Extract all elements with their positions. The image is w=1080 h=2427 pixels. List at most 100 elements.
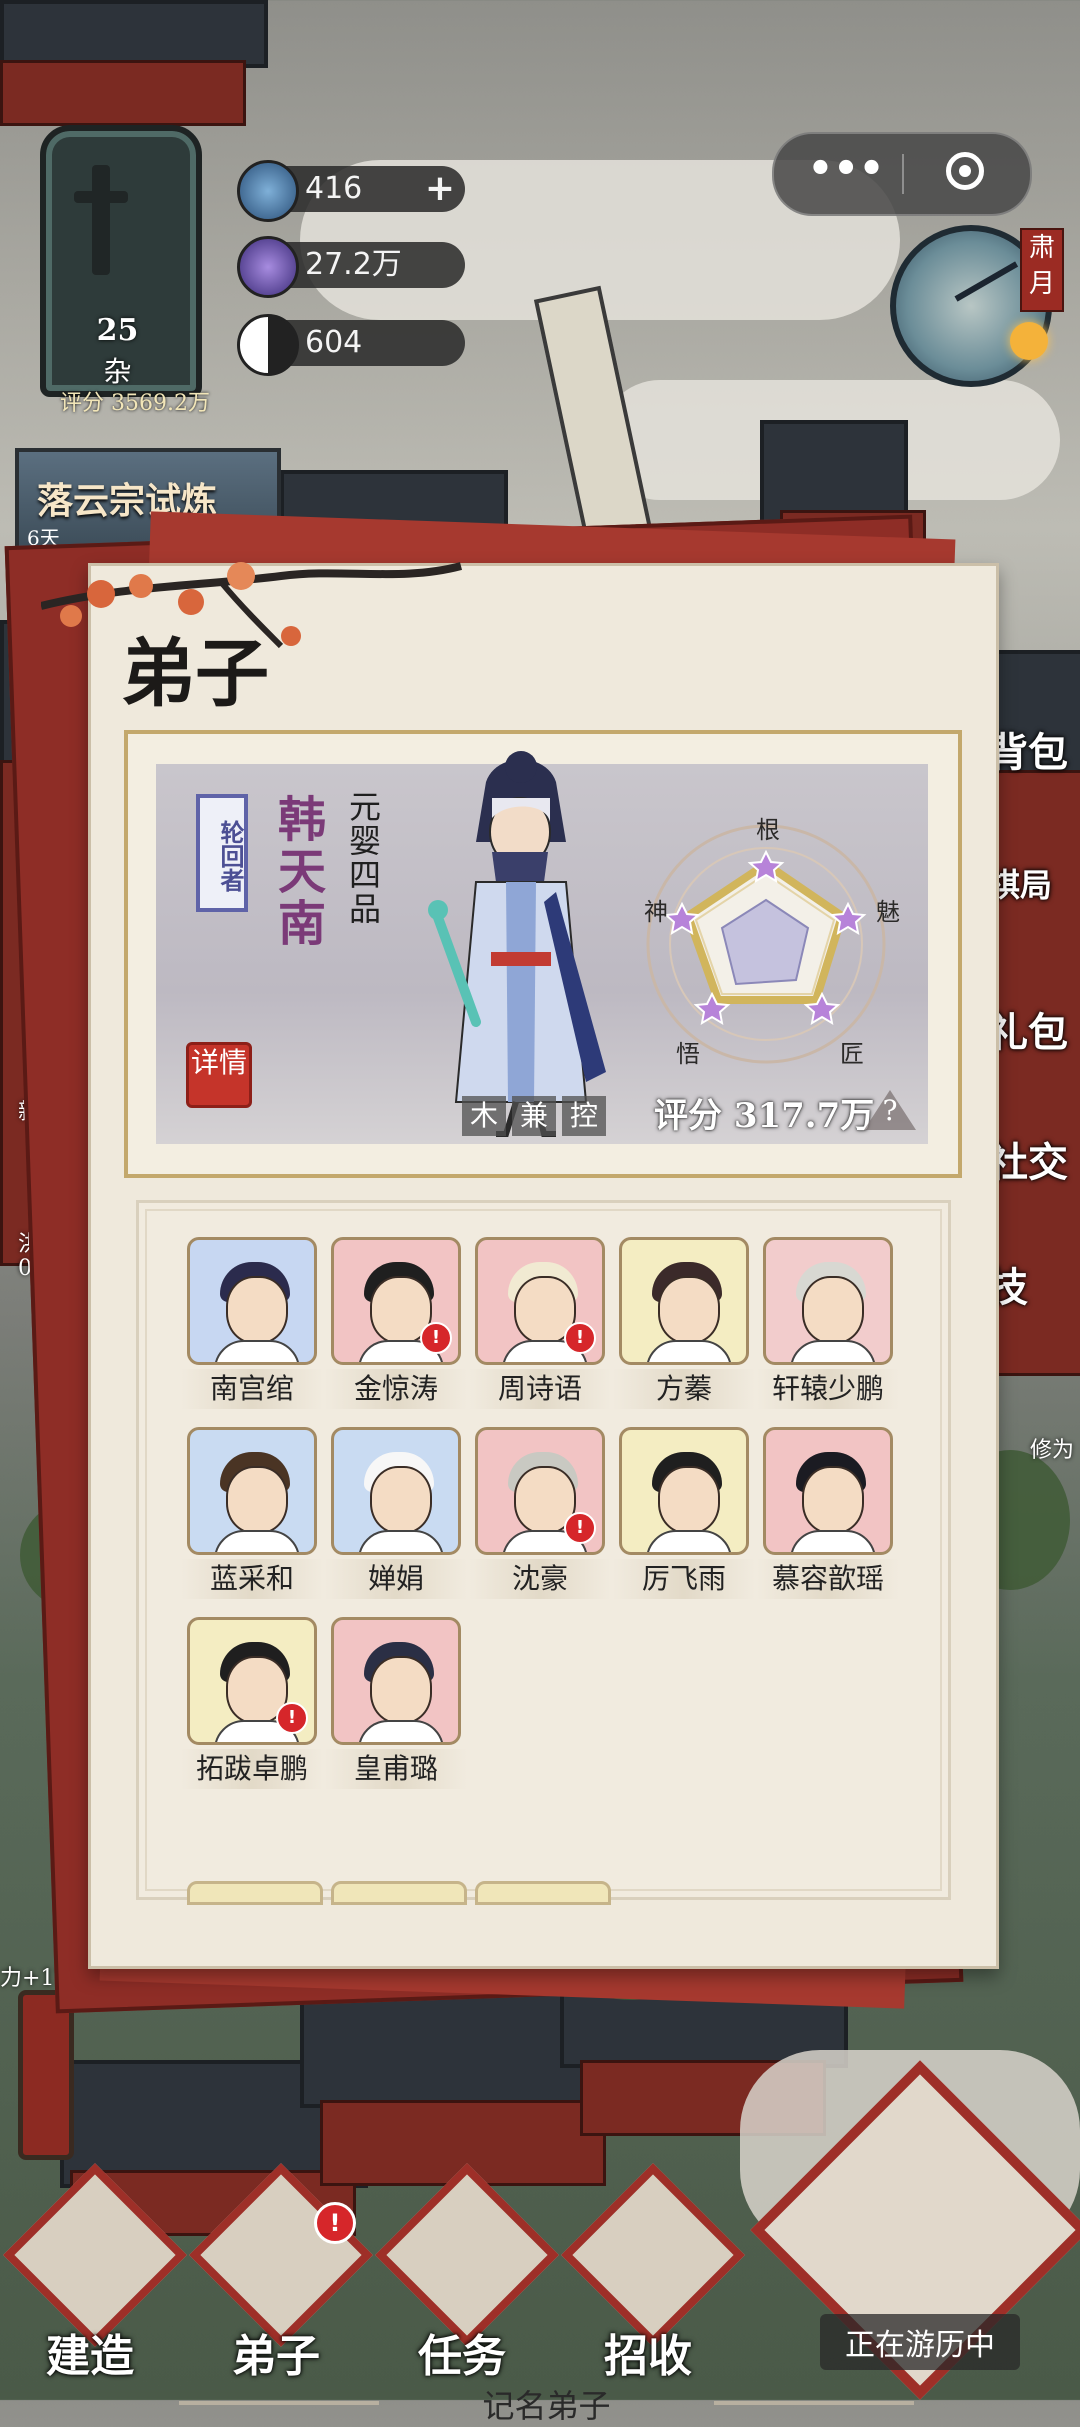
nav-label: 弟子 bbox=[232, 2331, 320, 2382]
disciple-modal: 弟子 轮回者 韩天南 元婴四品 详情 根 魅 匠 悟 神 木 兼 控 评分 31… bbox=[41, 562, 999, 2425]
portrait-face bbox=[658, 1466, 720, 1534]
modal-title: 弟子 bbox=[121, 631, 269, 717]
detail-button[interactable]: 详情 bbox=[186, 1042, 252, 1108]
disciple-name: 拓跋卓鹏 bbox=[181, 1749, 323, 1789]
add-resource-button[interactable]: + bbox=[425, 166, 455, 212]
travel-status: 正在游历中 bbox=[820, 2314, 1020, 2370]
hero-score: 评分 317.7万 bbox=[654, 1096, 875, 1136]
nav-label: 建造 bbox=[46, 2331, 134, 2382]
crystal-icon bbox=[237, 236, 299, 298]
disciple-card[interactable]: 皇甫璐 bbox=[325, 1617, 467, 1797]
close-target-button[interactable] bbox=[946, 152, 984, 190]
portrait-face bbox=[802, 1466, 864, 1534]
radar-label-charm: 魅 bbox=[876, 898, 900, 926]
disciple-name: 轩辕少鹏 bbox=[757, 1369, 899, 1409]
alert-badge: ! bbox=[420, 1322, 452, 1354]
section-title-registered: 记名弟子 bbox=[482, 2387, 611, 2425]
mini-program-capsule: ••• bbox=[772, 132, 1032, 216]
nav-recruit-button[interactable]: 招收 bbox=[558, 2163, 745, 2382]
element-tag: 木 bbox=[462, 1096, 506, 1136]
featured-inner: 轮回者 韩天南 元婴四品 详情 根 魅 匠 悟 神 木 兼 控 评分 317.7… bbox=[156, 751, 928, 1144]
portrait-face bbox=[802, 1276, 864, 1344]
radar-label-insight: 悟 bbox=[676, 1040, 700, 1068]
registered-disciple-card[interactable] bbox=[187, 1881, 323, 1905]
disciple-portrait: ! bbox=[187, 1617, 317, 1745]
resource-value: 27.2万 bbox=[305, 247, 402, 282]
side-menu-social[interactable]: 社交 bbox=[988, 1130, 1068, 1188]
featured-disciple-card[interactable]: 轮回者 韩天南 元婴四品 详情 根 魅 匠 悟 神 木 兼 控 评分 317.7… bbox=[124, 730, 962, 1178]
disciple-name: 南宫绾 bbox=[181, 1369, 323, 1409]
disciple-card[interactable]: ! 金惊涛 bbox=[325, 1237, 467, 1417]
disciple-name: 周诗语 bbox=[469, 1369, 611, 1409]
resource-yin-yang[interactable]: 604 bbox=[237, 314, 465, 376]
disciple-card[interactable]: 轩辕少鹏 bbox=[757, 1237, 899, 1417]
clock-hand bbox=[954, 261, 1019, 302]
disciple-card[interactable]: ! 拓跋卓鹏 bbox=[181, 1617, 323, 1797]
scroll-icon[interactable] bbox=[18, 1990, 74, 2160]
resource-value: 416 bbox=[305, 171, 363, 206]
radar-label-spirit: 神 bbox=[644, 898, 668, 926]
yin-yang-icon bbox=[237, 314, 299, 376]
title-tag: 轮回者 bbox=[196, 794, 248, 912]
sect-score: 评分 3569.2万 bbox=[60, 391, 210, 416]
disciple-name: 蓝采和 bbox=[181, 1559, 323, 1599]
disciple-card[interactable]: ! 沈豪 bbox=[469, 1427, 611, 1607]
disciple-name: 沈豪 bbox=[469, 1559, 611, 1599]
nav-task-button[interactable]: 任务 bbox=[372, 2163, 559, 2382]
more-menu-button[interactable]: ••• bbox=[806, 144, 886, 204]
side-menu-gift[interactable]: 礼包 bbox=[988, 1000, 1068, 1058]
disciple-name: 厉飞雨 bbox=[613, 1559, 755, 1599]
nav-label: 招收 bbox=[604, 2331, 692, 2382]
disciple-name: 金惊涛 bbox=[325, 1369, 467, 1409]
disciple-name: 慕容歆瑶 bbox=[757, 1559, 899, 1599]
element-tag: 控 bbox=[562, 1096, 606, 1136]
alert-badge: ! bbox=[276, 1702, 308, 1734]
disciple-card[interactable]: 南宫绾 bbox=[181, 1237, 323, 1417]
disciple-portrait bbox=[619, 1237, 749, 1365]
element-tag: 兼 bbox=[512, 1096, 556, 1136]
alert-badge: ! bbox=[564, 1512, 596, 1544]
disciple-card[interactable]: 方蓁 bbox=[613, 1237, 755, 1417]
nav-build-button[interactable]: 建造 bbox=[0, 2163, 187, 2382]
nav-disciple-button[interactable]: ! 弟子 bbox=[186, 2163, 373, 2382]
radar-label-root: 根 bbox=[756, 816, 780, 844]
disciple-card[interactable]: 婵娟 bbox=[325, 1427, 467, 1607]
sect-badge[interactable]: 25 杂 评分 3569.2万 bbox=[20, 95, 215, 416]
resource-value: 604 bbox=[305, 325, 363, 360]
hero-name: 韩天南 bbox=[269, 794, 325, 950]
element-tags: 木兼控 bbox=[462, 1096, 612, 1138]
registered-disciple-card[interactable] bbox=[331, 1881, 467, 1905]
sun-icon bbox=[1010, 322, 1048, 360]
nav-label: 任务 bbox=[418, 2331, 506, 2382]
portrait-face bbox=[370, 1466, 432, 1534]
disciple-card[interactable]: 厉飞雨 bbox=[613, 1427, 755, 1607]
disciple-roster: 南宫绾! 金惊涛! 周诗语 方蓁 轩辕少鹏 蓝采和 婵娟! 沈豪 厉飞雨 慕容歆瑶! 拓跋卓鹏 皇甫璐… bbox=[136, 1200, 951, 2425]
disciple-portrait: ! bbox=[475, 1427, 605, 1555]
disciple-card[interactable]: 慕容歆瑶 bbox=[757, 1427, 899, 1607]
portrait-face bbox=[226, 1466, 288, 1534]
portrait-body bbox=[790, 1530, 876, 1552]
disciple-portrait bbox=[187, 1237, 317, 1365]
disciple-name: 皇甫璐 bbox=[325, 1749, 467, 1789]
resource-crystal[interactable]: 27.2万 bbox=[237, 236, 465, 298]
sect-type: 杂 bbox=[103, 355, 132, 388]
hero-portrait bbox=[428, 751, 606, 1137]
alert-badge: ! bbox=[314, 2202, 356, 2244]
disciple-card[interactable]: 蓝采和 bbox=[181, 1427, 323, 1607]
side-menu-bag[interactable]: 背包 bbox=[988, 720, 1068, 778]
portrait-body bbox=[358, 1530, 444, 1552]
portrait-body bbox=[214, 1340, 300, 1362]
disciple-portrait bbox=[619, 1427, 749, 1555]
capsule-divider bbox=[902, 154, 904, 194]
month-label: 肃月 bbox=[1020, 228, 1064, 312]
registered-disciple-card[interactable] bbox=[475, 1881, 611, 1905]
spirit-stone-icon bbox=[237, 160, 299, 222]
disciple-portrait bbox=[331, 1617, 461, 1745]
disciple-name: 婵娟 bbox=[325, 1559, 467, 1599]
portrait-body bbox=[358, 1720, 444, 1742]
disciple-portrait bbox=[187, 1427, 317, 1555]
resource-spirit-stone[interactable]: 416 + bbox=[237, 160, 465, 222]
alert-badge: ! bbox=[564, 1322, 596, 1354]
radar-label-craft: 匠 bbox=[840, 1040, 864, 1068]
disciple-card[interactable]: ! 周诗语 bbox=[469, 1237, 611, 1417]
